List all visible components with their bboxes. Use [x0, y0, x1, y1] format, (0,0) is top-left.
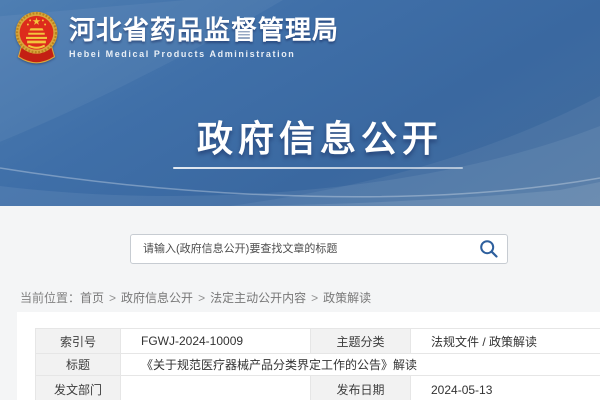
agency-brand[interactable]: 河北省药品监督管理局 Hebei Medical Products Admini…: [14, 10, 339, 66]
breadcrumb-separator: >: [198, 291, 205, 305]
index-number-label: 索引号: [36, 329, 121, 354]
index-number-value: FGWJ-2024-10009: [121, 329, 311, 354]
breadcrumb-item-gov-info[interactable]: 政府信息公开: [121, 291, 193, 305]
table-row-department: 发文部门 发布日期 2024-05-13: [36, 376, 600, 400]
breadcrumb-label: 当前位置：: [20, 291, 80, 305]
issuing-dept-label: 发文部门: [36, 376, 121, 400]
search-button[interactable]: [471, 235, 507, 263]
site-banner: 河北省药品监督管理局 Hebei Medical Products Admini…: [0, 0, 600, 206]
publish-date-label: 发布日期: [311, 376, 411, 400]
doc-title-label: 标题: [36, 354, 121, 376]
search-input[interactable]: [131, 235, 471, 263]
topic-category-value: 法规文件 / 政策解读: [411, 329, 600, 354]
table-row-title: 标题 《关于规范医疗器械产品分类界定工作的公告》解读: [36, 354, 600, 376]
content-panel: 索引号 FGWJ-2024-10009 主题分类 法规文件 / 政策解读 标题 …: [17, 312, 600, 400]
issuing-dept-value: [121, 376, 311, 400]
agency-title: 河北省药品监督管理局: [69, 16, 339, 45]
table-row-index: 索引号 FGWJ-2024-10009 主题分类 法规文件 / 政策解读: [36, 329, 600, 354]
banner-title: 政府信息公开: [155, 110, 485, 162]
search-icon: [479, 239, 499, 259]
doc-title-value: 《关于规范医疗器械产品分类界定工作的公告》解读: [121, 354, 600, 376]
national-emblem-icon: [14, 10, 59, 66]
topic-category-label: 主题分类: [311, 329, 411, 354]
breadcrumb-item-policy-interpretation[interactable]: 政策解读: [323, 291, 371, 305]
search-box: [130, 234, 508, 264]
breadcrumb-separator: >: [109, 291, 116, 305]
document-meta-table: 索引号 FGWJ-2024-10009 主题分类 法规文件 / 政策解读 标题 …: [35, 328, 600, 400]
breadcrumb: 当前位置：首页 > 政府信息公开 > 法定主动公开内容 > 政策解读: [20, 289, 371, 306]
agency-subtitle: Hebei Medical Products Administration: [69, 49, 339, 59]
publish-date-value: 2024-05-13: [411, 376, 600, 400]
banner-title-underline: [173, 167, 463, 169]
breadcrumb-item-statutory-disclosure[interactable]: 法定主动公开内容: [210, 291, 306, 305]
breadcrumb-item-home[interactable]: 首页: [80, 291, 104, 305]
breadcrumb-separator: >: [311, 291, 318, 305]
